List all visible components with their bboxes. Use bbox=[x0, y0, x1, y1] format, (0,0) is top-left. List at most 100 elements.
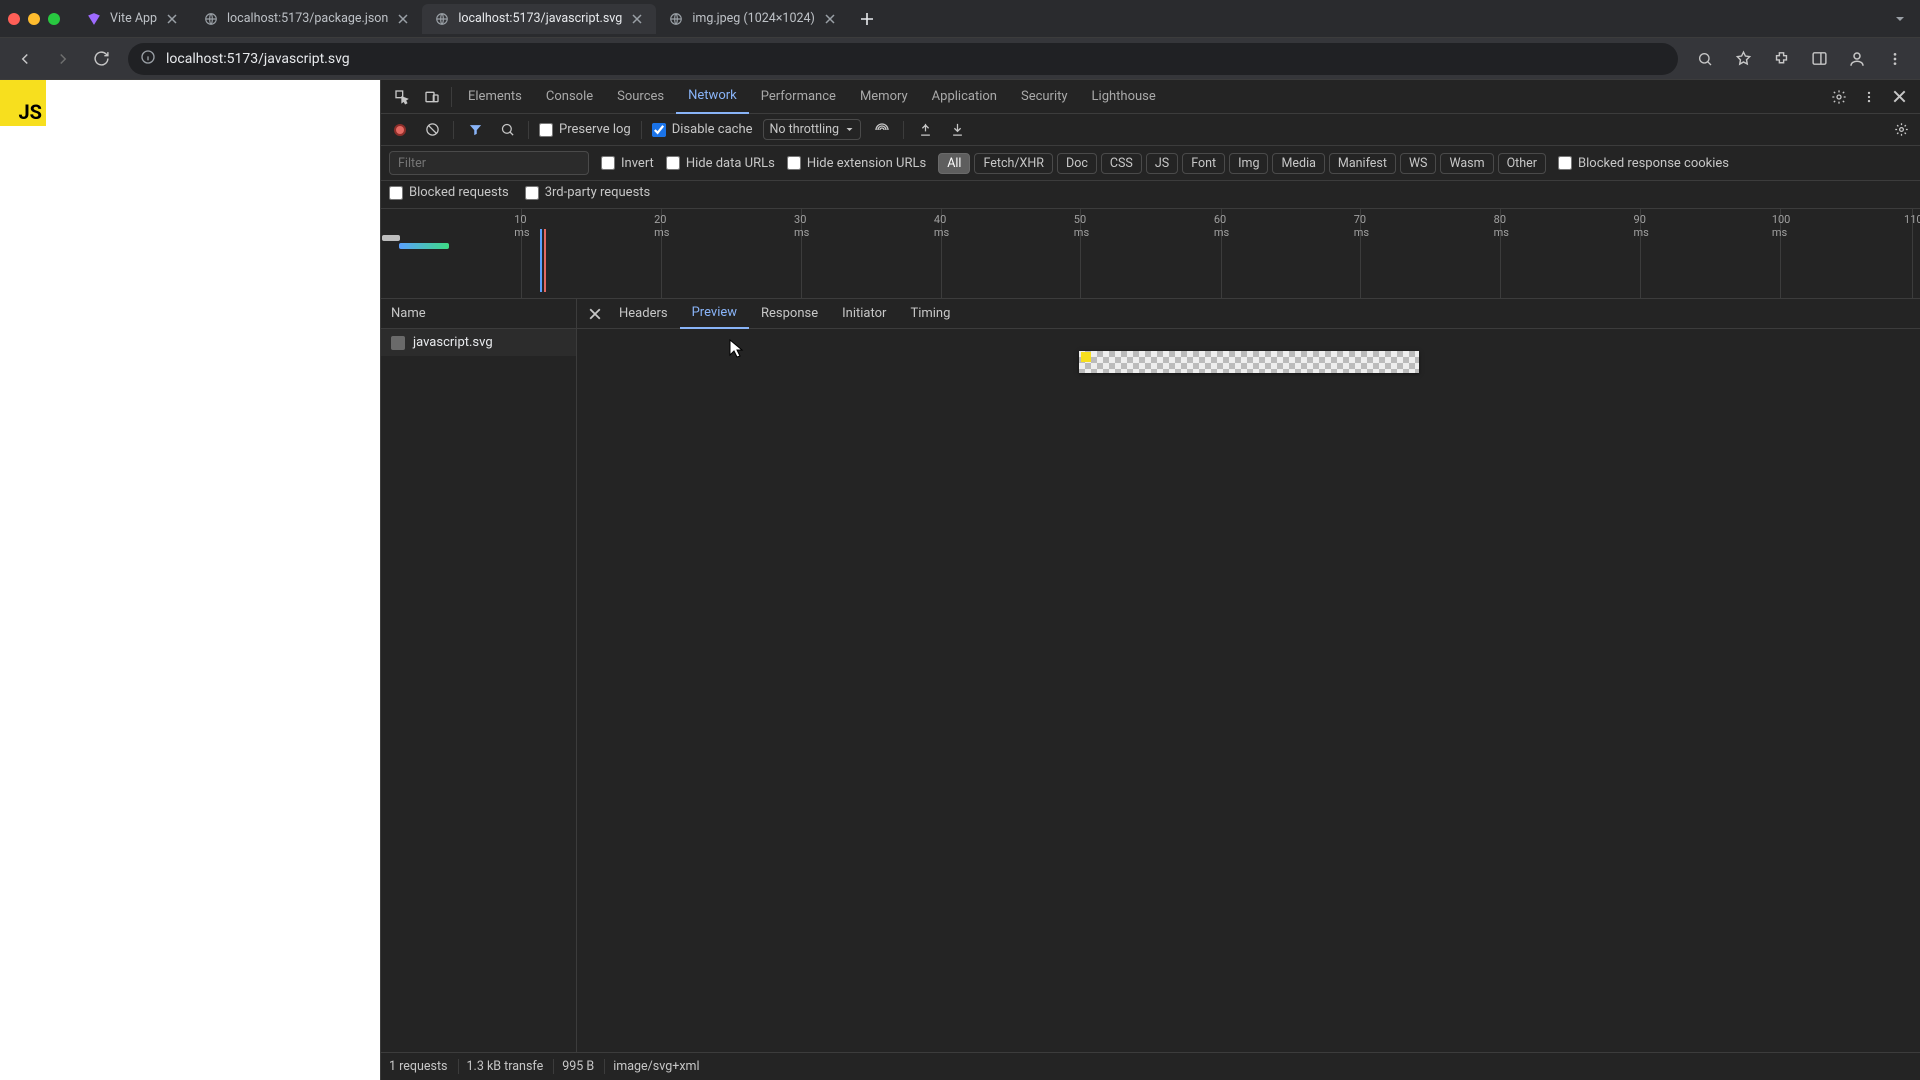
third-party-checkbox[interactable]: 3rd-party requests bbox=[525, 185, 651, 200]
pill-all[interactable]: All bbox=[938, 153, 970, 174]
hide-data-urls-checkbox[interactable]: Hide data URLs bbox=[666, 156, 775, 171]
request-list-header[interactable]: Name bbox=[381, 299, 576, 329]
site-info-icon[interactable] bbox=[140, 49, 156, 69]
close-tab-icon[interactable] bbox=[396, 12, 410, 26]
close-tab-icon[interactable] bbox=[823, 12, 837, 26]
tab-javascript-svg[interactable]: localhost:5173/javascript.svg bbox=[422, 4, 656, 34]
device-toolbar-icon[interactable] bbox=[417, 84, 447, 110]
search-icon[interactable] bbox=[496, 119, 518, 141]
url-text: localhost:5173/javascript.svg bbox=[166, 51, 350, 67]
devtools-tab-memory[interactable]: Memory bbox=[848, 80, 920, 114]
close-tab-icon[interactable] bbox=[165, 12, 179, 26]
tab-vite-app[interactable]: Vite App bbox=[74, 4, 191, 34]
request-row[interactable]: javascript.svg bbox=[381, 329, 576, 356]
tab-img-jpeg[interactable]: img.jpeg (1024×1024) bbox=[656, 4, 849, 34]
close-detail-icon[interactable] bbox=[583, 302, 607, 326]
record-button[interactable] bbox=[389, 119, 411, 141]
devtools-tab-console[interactable]: Console bbox=[534, 80, 605, 114]
divider bbox=[451, 87, 452, 107]
blocked-requests-checkbox[interactable]: Blocked requests bbox=[389, 185, 509, 200]
divider bbox=[453, 121, 454, 139]
detail-tab-preview[interactable]: Preview bbox=[680, 299, 749, 329]
disable-cache-checkbox[interactable]: Disable cache bbox=[652, 122, 753, 137]
pill-css[interactable]: CSS bbox=[1101, 153, 1142, 174]
tabs-dropdown-button[interactable] bbox=[1888, 7, 1912, 31]
dom-content-loaded-line bbox=[540, 229, 542, 292]
detail-tab-initiator[interactable]: Initiator bbox=[830, 299, 898, 329]
devtools-settings-icon[interactable] bbox=[1824, 84, 1854, 110]
status-mime: image/svg+xml bbox=[613, 1059, 699, 1074]
devtools-close-icon[interactable] bbox=[1884, 84, 1914, 110]
pill-fetch-xhr[interactable]: Fetch/XHR bbox=[974, 153, 1053, 174]
reload-button[interactable] bbox=[84, 43, 118, 75]
divider bbox=[528, 121, 529, 139]
network-statusbar: 1 requests 1.3 kB transfe 995 B image/sv… bbox=[381, 1052, 1920, 1080]
request-list: Name javascript.svg bbox=[381, 299, 577, 1052]
tab-package-json[interactable]: localhost:5173/package.json bbox=[191, 4, 422, 34]
throttling-select[interactable]: No throttling bbox=[763, 119, 862, 140]
close-window-button[interactable] bbox=[8, 13, 20, 25]
devtools-menu-icon[interactable] bbox=[1854, 84, 1884, 110]
devtools-tab-security[interactable]: Security bbox=[1009, 80, 1080, 114]
back-button[interactable] bbox=[8, 43, 42, 75]
globe-favicon bbox=[668, 11, 684, 27]
filter-input[interactable] bbox=[389, 151, 589, 175]
extensions-icon[interactable] bbox=[1764, 43, 1798, 75]
vite-favicon bbox=[86, 11, 102, 27]
status-resources: 995 B bbox=[562, 1059, 605, 1074]
filter-toggle-icon[interactable] bbox=[464, 119, 486, 141]
devtools-tab-sources[interactable]: Sources bbox=[605, 80, 676, 114]
pill-manifest[interactable]: Manifest bbox=[1329, 153, 1396, 174]
pill-media[interactable]: Media bbox=[1272, 153, 1324, 174]
blocked-response-cookies-checkbox[interactable]: Blocked response cookies bbox=[1558, 156, 1729, 171]
status-requests: 1 requests bbox=[389, 1059, 459, 1074]
import-har-icon[interactable] bbox=[914, 119, 936, 141]
network-requests-pane: Name javascript.svg Headers Preview Resp… bbox=[381, 299, 1920, 1052]
browser-tabstrip: Vite App localhost:5173/package.json loc… bbox=[0, 0, 1920, 38]
pill-img[interactable]: Img bbox=[1229, 153, 1268, 174]
hide-extension-urls-checkbox[interactable]: Hide extension URLs bbox=[787, 156, 926, 171]
tab-title: Vite App bbox=[110, 11, 157, 26]
network-settings-icon[interactable] bbox=[1890, 119, 1912, 141]
js-logo-text: JS bbox=[19, 100, 43, 124]
pill-js[interactable]: JS bbox=[1146, 153, 1178, 174]
tab-title: localhost:5173/package.json bbox=[227, 11, 388, 26]
pill-doc[interactable]: Doc bbox=[1057, 153, 1097, 174]
page-viewport: JS bbox=[0, 80, 380, 1080]
bookmark-icon[interactable] bbox=[1726, 43, 1760, 75]
profile-icon[interactable] bbox=[1840, 43, 1874, 75]
detail-tab-headers[interactable]: Headers bbox=[607, 299, 680, 329]
invert-checkbox[interactable]: Invert bbox=[601, 156, 654, 171]
pill-other[interactable]: Other bbox=[1498, 153, 1546, 174]
devtools-tab-network[interactable]: Network bbox=[676, 80, 749, 114]
close-tab-icon[interactable] bbox=[630, 12, 644, 26]
address-bar[interactable]: localhost:5173/javascript.svg bbox=[128, 43, 1678, 75]
clear-button[interactable] bbox=[421, 119, 443, 141]
js-logo: JS bbox=[0, 80, 46, 126]
pill-font[interactable]: Font bbox=[1182, 153, 1225, 174]
divider bbox=[903, 121, 904, 139]
maximize-window-button[interactable] bbox=[48, 13, 60, 25]
export-har-icon[interactable] bbox=[946, 119, 968, 141]
devtools-tab-performance[interactable]: Performance bbox=[749, 80, 848, 114]
forward-button[interactable] bbox=[46, 43, 80, 75]
minimize-window-button[interactable] bbox=[28, 13, 40, 25]
detail-tab-timing[interactable]: Timing bbox=[898, 299, 962, 329]
pill-ws[interactable]: WS bbox=[1400, 153, 1437, 174]
zoom-icon[interactable] bbox=[1688, 43, 1722, 75]
new-tab-button[interactable] bbox=[853, 5, 881, 33]
chrome-menu-icon[interactable] bbox=[1878, 43, 1912, 75]
devtools-tab-application[interactable]: Application bbox=[920, 80, 1009, 114]
preserve-log-checkbox[interactable]: Preserve log bbox=[539, 122, 631, 137]
network-filter-row: Invert Hide data URLs Hide extension URL… bbox=[381, 146, 1920, 181]
side-panel-icon[interactable] bbox=[1802, 43, 1836, 75]
globe-favicon bbox=[203, 11, 219, 27]
pill-wasm[interactable]: Wasm bbox=[1440, 153, 1493, 174]
network-conditions-icon[interactable] bbox=[871, 119, 893, 141]
devtools-tab-lighthouse[interactable]: Lighthouse bbox=[1080, 80, 1168, 114]
request-name: javascript.svg bbox=[413, 335, 493, 350]
inspect-element-icon[interactable] bbox=[387, 84, 417, 110]
detail-tab-response[interactable]: Response bbox=[749, 299, 830, 329]
devtools-tab-elements[interactable]: Elements bbox=[456, 80, 534, 114]
network-timeline[interactable]: 10 ms 20 ms 30 ms 40 ms 50 ms 60 ms 70 m… bbox=[381, 209, 1920, 299]
